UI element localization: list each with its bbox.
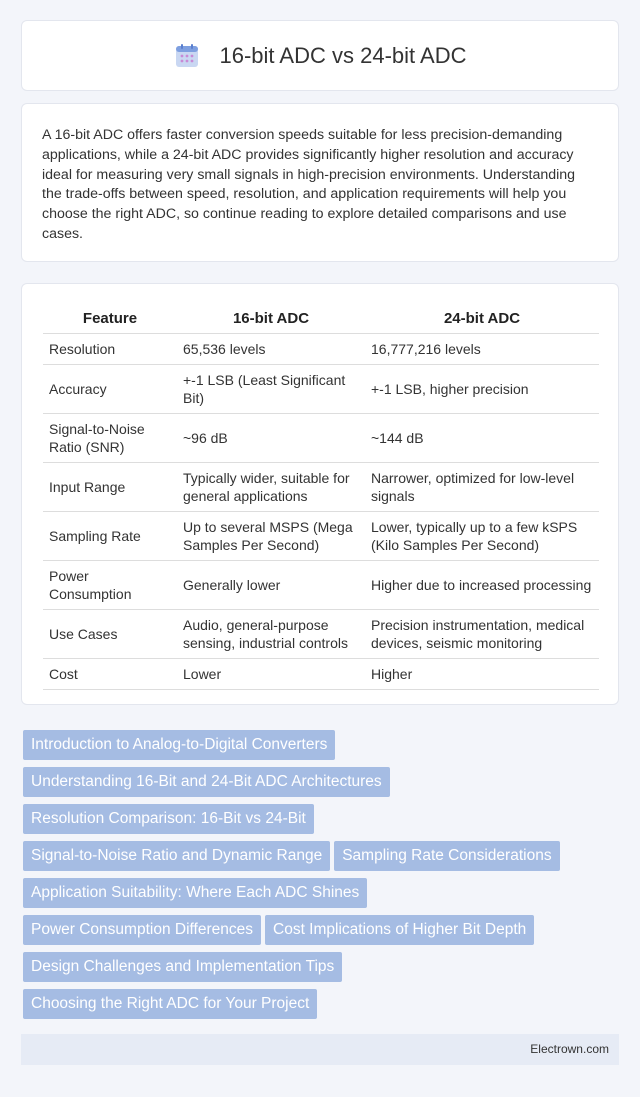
topic-tag[interactable]: Cost Implications of Higher Bit Depth xyxy=(265,915,535,945)
footer: Electrown.com xyxy=(21,1034,619,1065)
table-cell: Lower, typically up to a few kSPS (Kilo … xyxy=(365,511,599,561)
topic-tags: Introduction to Analog-to-Digital Conver… xyxy=(23,730,603,1026)
table-cell: Higher due to increased processing xyxy=(365,560,599,610)
header-feature: Feature xyxy=(43,303,177,334)
table-cell: Power Consumption xyxy=(43,560,177,610)
table-row: Resolution 65,536 levels 16,777,216 leve… xyxy=(43,333,599,365)
table-row: Cost Lower Higher xyxy=(43,658,599,690)
table-cell: Up to several MSPS (Mega Samples Per Sec… xyxy=(177,511,365,561)
topic-tag[interactable]: Introduction to Analog-to-Digital Conver… xyxy=(23,730,336,760)
table-row: Use Cases Audio, general-purpose sensing… xyxy=(43,609,599,659)
table-row: Input Range Typically wider, suitable fo… xyxy=(43,462,599,512)
header-16bit: 16-bit ADC xyxy=(177,303,365,334)
table-cell: Signal-to-Noise Ratio (SNR) xyxy=(43,413,177,463)
topic-tag[interactable]: Power Consumption Differences xyxy=(23,915,261,945)
topic-tag[interactable]: Signal-to-Noise Ratio and Dynamic Range xyxy=(23,841,331,871)
calendar-icon xyxy=(175,43,198,67)
table-cell: Use Cases xyxy=(43,609,177,659)
table-header-row: Feature 16-bit ADC 24-bit ADC xyxy=(43,303,599,334)
topic-tag[interactable]: Understanding 16-Bit and 24-Bit ADC Arch… xyxy=(23,767,390,797)
table-cell: 65,536 levels xyxy=(177,333,365,365)
topic-tag[interactable]: Resolution Comparison: 16-Bit vs 24-Bit xyxy=(23,804,314,834)
table-cell: Cost xyxy=(43,658,177,690)
topic-tag[interactable]: Sampling Rate Considerations xyxy=(334,841,560,871)
table-cell: ~96 dB xyxy=(177,413,365,463)
table-cell: Generally lower xyxy=(177,560,365,610)
table-cell: Higher xyxy=(365,658,599,690)
intro-paragraph: A 16-bit ADC offers faster conversion sp… xyxy=(42,127,576,242)
table-row: Sampling Rate Up to several MSPS (Mega S… xyxy=(43,511,599,561)
table-cell: Lower xyxy=(177,658,365,690)
table-row: Power Consumption Generally lower Higher… xyxy=(43,560,599,610)
header-24bit: 24-bit ADC xyxy=(365,303,599,334)
topic-tag[interactable]: Design Challenges and Implementation Tip… xyxy=(23,952,343,982)
table-cell: +-1 LSB (Least Significant Bit) xyxy=(177,364,365,414)
table-cell: Input Range xyxy=(43,462,177,512)
table-cell: 16,777,216 levels xyxy=(365,333,599,365)
table-cell: +-1 LSB, higher precision xyxy=(365,364,599,414)
comparison-table: Feature 16-bit ADC 24-bit ADC Resolution… xyxy=(43,303,599,690)
footer-site-name[interactable]: Electrown.com xyxy=(530,1042,609,1056)
table-row: Accuracy +-1 LSB (Least Significant Bit)… xyxy=(43,364,599,414)
table-cell: ~144 dB xyxy=(365,413,599,463)
page-title: 16-bit ADC vs 24-bit ADC xyxy=(219,42,467,68)
topic-tag[interactable]: Choosing the Right ADC for Your Project xyxy=(23,989,318,1019)
table-cell: Narrower, optimized for low-level signal… xyxy=(365,462,599,512)
table-cell: Typically wider, suitable for general ap… xyxy=(177,462,365,512)
table-cell: Audio, general-purpose sensing, industri… xyxy=(177,609,365,659)
table-cell: Precision instrumentation, medical devic… xyxy=(365,609,599,659)
table-row: Signal-to-Noise Ratio (SNR) ~96 dB ~144 … xyxy=(43,413,599,463)
intro-card: A 16-bit ADC offers faster conversion sp… xyxy=(21,103,619,262)
table-cell: Accuracy xyxy=(43,364,177,414)
table-cell: Sampling Rate xyxy=(43,511,177,561)
table-cell: Resolution xyxy=(43,333,177,365)
topic-tag[interactable]: Application Suitability: Where Each ADC … xyxy=(23,878,368,908)
title-card: 16-bit ADC vs 24-bit ADC xyxy=(21,20,619,91)
comparison-table-card: Feature 16-bit ADC 24-bit ADC Resolution… xyxy=(21,283,619,705)
